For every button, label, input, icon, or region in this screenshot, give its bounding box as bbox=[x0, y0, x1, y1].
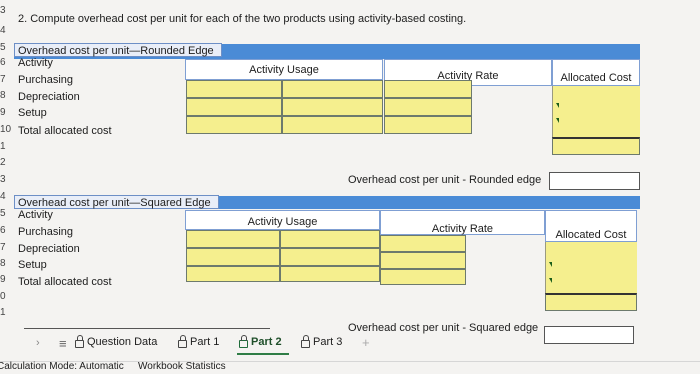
lock-icon bbox=[301, 335, 310, 348]
per-unit-output[interactable] bbox=[549, 172, 640, 190]
usage-input[interactable] bbox=[282, 98, 383, 116]
activity-header: Activity bbox=[18, 209, 53, 221]
row-number: 9 bbox=[0, 107, 6, 118]
section-title: Overhead cost per unit—Squared Edge bbox=[14, 195, 219, 209]
row-number: 6 bbox=[0, 57, 6, 68]
rate-input[interactable] bbox=[384, 116, 472, 134]
tab-question-data[interactable]: Question Data bbox=[75, 335, 158, 348]
lock-icon bbox=[178, 335, 187, 348]
allocated-cost-input[interactable] bbox=[545, 242, 637, 293]
activity-label: Setup bbox=[18, 107, 47, 119]
row-number: 2 bbox=[0, 157, 6, 168]
separator-line bbox=[24, 328, 270, 329]
lock-icon bbox=[75, 335, 84, 348]
tab-part-2[interactable]: Part 2 bbox=[239, 335, 282, 348]
row-number: 4 bbox=[0, 25, 6, 36]
rate-input[interactable] bbox=[380, 269, 466, 285]
usage-input[interactable] bbox=[186, 98, 282, 116]
rate-input[interactable] bbox=[380, 252, 466, 269]
hamburger-icon[interactable]: ≡ bbox=[59, 336, 67, 351]
usage-input[interactable] bbox=[186, 248, 280, 266]
usage-input[interactable] bbox=[282, 116, 383, 134]
row-number: 6 bbox=[0, 225, 6, 236]
total-label: Total allocated cost bbox=[18, 125, 112, 137]
tab-label: Question Data bbox=[87, 336, 158, 348]
activity-label: Purchasing bbox=[18, 74, 74, 86]
tab-label: Part 1 bbox=[190, 336, 220, 348]
row-number: 5 bbox=[0, 208, 6, 219]
comment-marker-icon bbox=[556, 118, 559, 123]
total-allocated-input[interactable] bbox=[545, 293, 637, 311]
usage-input[interactable] bbox=[280, 266, 380, 282]
rate-input[interactable] bbox=[384, 98, 472, 116]
per-unit-label: Overhead cost per unit - Squared edge bbox=[348, 322, 539, 334]
row-number: 5 bbox=[0, 42, 6, 53]
total-allocated-input[interactable] bbox=[552, 137, 640, 155]
tab-label: Part 2 bbox=[251, 336, 282, 348]
lock-icon bbox=[239, 335, 248, 348]
tab-part-3[interactable]: Part 3 bbox=[301, 335, 343, 348]
usage-input[interactable] bbox=[282, 80, 383, 98]
row-number: 7 bbox=[0, 242, 6, 253]
workbook-statistics[interactable]: Workbook Statistics bbox=[138, 361, 226, 372]
calc-mode-status[interactable]: Calculation Mode: Automatic bbox=[0, 361, 124, 372]
comment-marker-icon bbox=[549, 262, 552, 267]
row-number: 4 bbox=[0, 191, 6, 202]
row-number: 3 bbox=[0, 5, 6, 16]
question-text: 2. Compute overhead cost per unit for ea… bbox=[18, 13, 467, 25]
activity-usage-header: Activity Usage bbox=[185, 59, 383, 80]
section-title: Overhead cost per unit—Rounded Edge bbox=[14, 43, 222, 57]
usage-input[interactable] bbox=[186, 266, 280, 282]
allocated-cost-header: Allocated Cost bbox=[545, 210, 637, 242]
row-number: 9 bbox=[0, 274, 6, 285]
tab-label: Part 3 bbox=[313, 336, 343, 348]
total-label: Total allocated cost bbox=[18, 276, 112, 288]
per-unit-output[interactable] bbox=[544, 326, 634, 344]
activity-usage-header: Activity Usage bbox=[185, 210, 380, 230]
usage-input[interactable] bbox=[280, 230, 380, 248]
activity-header: Activity bbox=[18, 57, 53, 69]
usage-input[interactable] bbox=[186, 80, 282, 98]
usage-input[interactable] bbox=[280, 248, 380, 266]
active-tab-indicator bbox=[237, 353, 289, 355]
activity-label: Setup bbox=[18, 259, 47, 271]
activity-label: Depreciation bbox=[18, 243, 80, 255]
chevron-right-icon[interactable]: › bbox=[36, 337, 40, 349]
row-number: 10 bbox=[0, 124, 12, 135]
rate-input[interactable] bbox=[384, 80, 472, 98]
per-unit-label: Overhead cost per unit - Rounded edge bbox=[348, 174, 542, 186]
row-number: 8 bbox=[0, 258, 6, 269]
row-number: 3 bbox=[0, 174, 6, 185]
row-number: 1 bbox=[0, 307, 6, 318]
row-number: 8 bbox=[0, 90, 6, 101]
usage-input[interactable] bbox=[186, 116, 282, 134]
allocated-cost-header: Allocated Cost bbox=[552, 59, 640, 86]
comment-marker-icon bbox=[549, 278, 552, 283]
activity-label: Depreciation bbox=[18, 91, 80, 103]
activity-rate-header: Activity Rate bbox=[380, 210, 545, 235]
row-number: 0 bbox=[0, 291, 6, 302]
rate-input[interactable] bbox=[380, 235, 466, 252]
usage-input[interactable] bbox=[186, 230, 280, 248]
tab-part-1[interactable]: Part 1 bbox=[178, 335, 220, 348]
row-number: 1 bbox=[0, 141, 6, 152]
row-number: 7 bbox=[0, 74, 6, 85]
comment-marker-icon bbox=[556, 103, 559, 108]
add-sheet-button[interactable]: + bbox=[362, 335, 370, 350]
activity-label: Purchasing bbox=[18, 226, 74, 238]
allocated-cost-input[interactable] bbox=[552, 86, 640, 137]
